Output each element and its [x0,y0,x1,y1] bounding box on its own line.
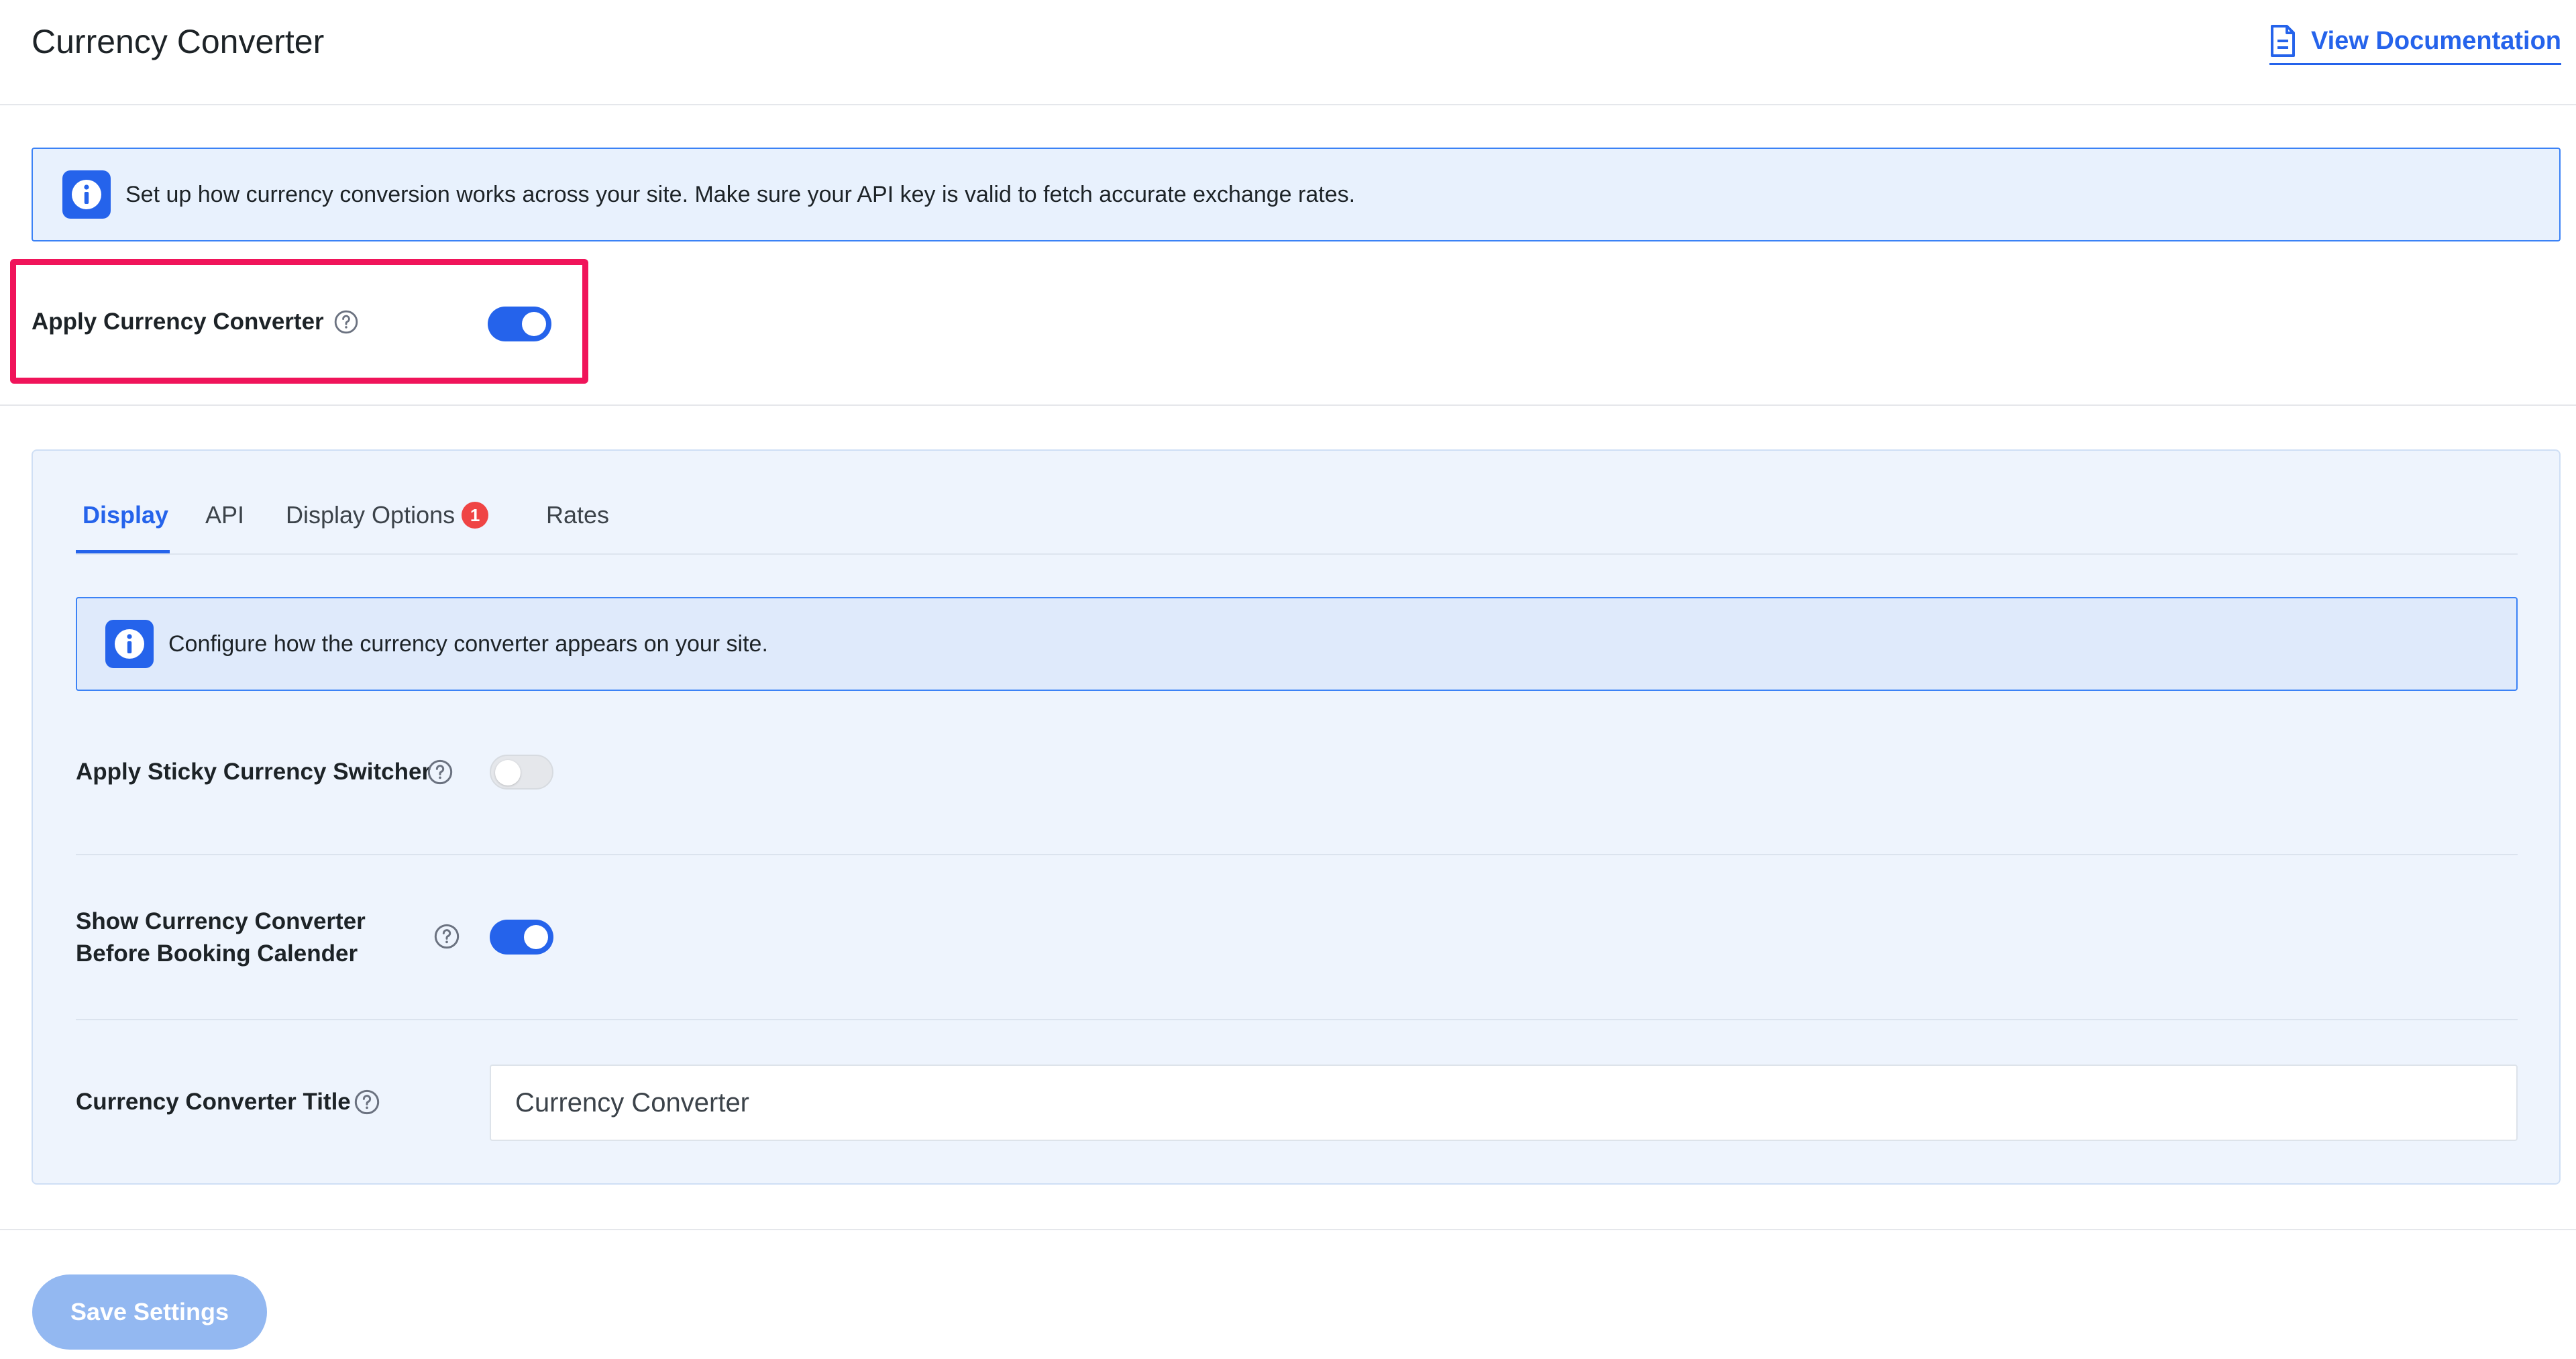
tab-display-options-label: Display Options [286,501,455,529]
apply-currency-converter-toggle[interactable] [488,307,551,341]
help-icon[interactable] [354,1089,380,1116]
converter-title-text: Currency Converter Title [76,1089,351,1115]
converter-title-label: Currency Converter Title [76,1086,351,1118]
show-before-calendar-line2: Before Booking Calender [76,940,358,967]
tab-display-options[interactable]: Display Options 1 [286,501,489,529]
help-icon[interactable] [427,759,453,785]
display-notice-text: Configure how the currency converter app… [168,631,768,657]
sticky-switcher-text: Apply Sticky Currency Switcher [76,759,431,785]
toggle-knob [524,925,548,949]
settings-tabs: Display API Display Options 1 Rates [76,493,2518,555]
toggle-knob [495,760,521,785]
save-settings-button[interactable]: Save Settings [32,1274,267,1350]
toggle-knob [522,312,546,336]
section-divider [0,404,2576,406]
tab-display-label: Display [83,501,169,529]
show-before-calendar-label: Show Currency Converter Before Booking C… [76,906,366,970]
apply-currency-converter-text: Apply Currency Converter [32,309,324,335]
info-icon [62,170,111,219]
sticky-switcher-label: Apply Sticky Currency Switcher [76,756,431,788]
top-info-notice: Set up how currency conversion works acr… [32,148,2561,241]
help-icon[interactable] [433,923,460,950]
tab-rates[interactable]: Rates [546,501,609,529]
show-before-calendar-toggle[interactable] [490,920,553,955]
view-documentation-link[interactable]: View Documentation [2269,20,2561,65]
document-icon [2270,25,2295,57]
view-documentation-label: View Documentation [2310,26,2561,55]
active-tab-indicator [76,550,170,553]
display-info-notice: Configure how the currency converter app… [76,597,2518,691]
top-notice-text: Set up how currency conversion works acr… [125,181,1356,207]
tab-rates-label: Rates [546,501,610,529]
page-header: Currency Converter View Documentation [0,0,2576,105]
tab-api[interactable]: API [205,501,244,529]
section-divider [0,1229,2576,1230]
sticky-switcher-toggle[interactable] [490,755,553,790]
row-divider [76,1019,2518,1020]
apply-currency-converter-label: Apply Currency Converter [32,309,359,335]
info-icon [105,620,154,668]
tab-api-label: API [205,501,245,529]
row-divider [76,854,2518,855]
page-title: Currency Converter [32,23,325,60]
notification-badge: 1 [462,502,489,529]
help-icon[interactable] [333,309,359,335]
converter-title-input[interactable] [490,1065,2518,1141]
show-before-calendar-line1: Show Currency Converter [76,908,366,934]
tab-display[interactable]: Display [83,501,168,529]
